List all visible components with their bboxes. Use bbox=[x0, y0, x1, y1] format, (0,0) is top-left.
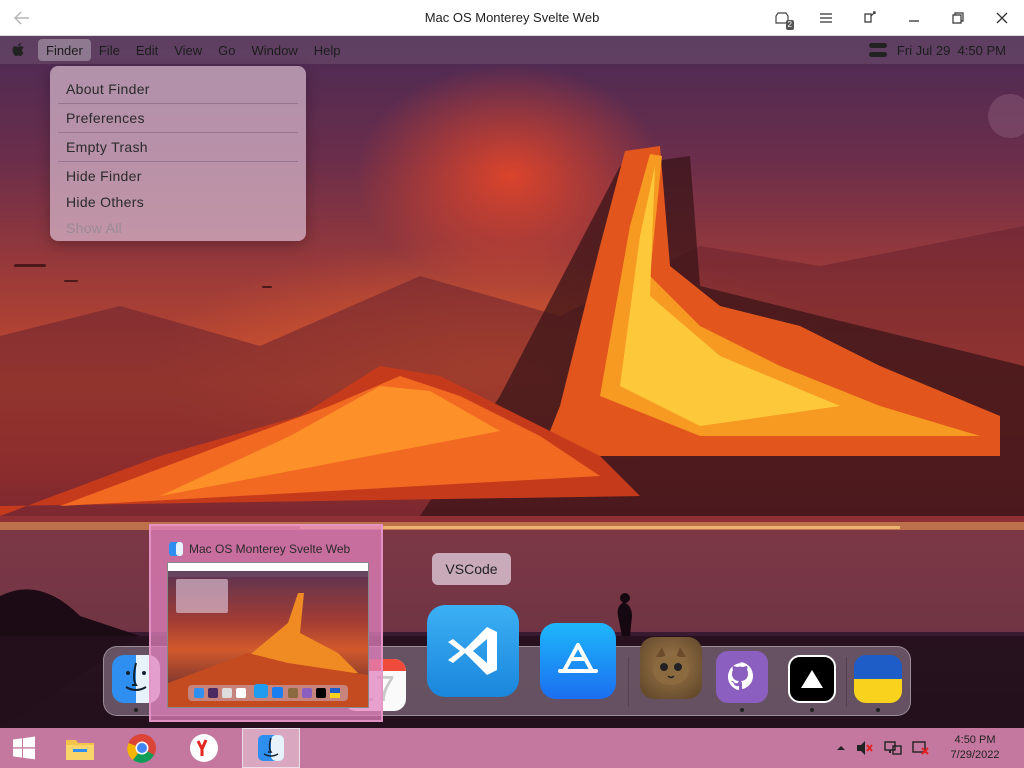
menu-help[interactable]: Help bbox=[306, 39, 349, 61]
apple-menu-icon[interactable] bbox=[0, 36, 38, 64]
menu-item-about-finder[interactable]: About Finder bbox=[58, 76, 298, 102]
vscode-icon bbox=[448, 627, 497, 675]
finder-icon bbox=[258, 735, 284, 761]
menu-button[interactable] bbox=[804, 0, 848, 36]
preview-thumbnail bbox=[167, 562, 369, 708]
restore-icon bbox=[952, 12, 964, 24]
github-icon bbox=[728, 662, 753, 690]
running-indicator bbox=[134, 708, 138, 712]
app-titlebar: Mac OS Monterey Svelte Web 2 bbox=[0, 0, 1024, 36]
taskbar-finder[interactable] bbox=[242, 728, 300, 768]
menu-window[interactable]: Window bbox=[244, 39, 306, 61]
start-icon bbox=[13, 736, 35, 760]
menu-item-empty-trash[interactable]: Empty Trash bbox=[58, 134, 298, 160]
menu-separator bbox=[58, 161, 298, 162]
preview-title: Mac OS Monterey Svelte Web bbox=[189, 542, 351, 556]
control-center-icon[interactable] bbox=[868, 43, 887, 57]
taskbar-clock[interactable]: 4:50 PM 7/29/2022 bbox=[940, 733, 1010, 763]
dock-vercel[interactable] bbox=[788, 655, 836, 703]
cat-photo-icon bbox=[653, 647, 689, 685]
dock-separator bbox=[628, 657, 629, 707]
action-center-alert-icon[interactable] bbox=[912, 740, 930, 756]
dock-ukraine[interactable] bbox=[854, 655, 902, 703]
clock-time: 4:50 PM bbox=[954, 734, 996, 746]
dock-vscode[interactable] bbox=[427, 605, 519, 697]
minimize-button[interactable] bbox=[892, 0, 936, 36]
vercel-icon bbox=[801, 670, 823, 688]
file-explorer-icon bbox=[66, 740, 94, 760]
finder-menu-dropdown: About Finder Preferences Empty Trash Hid… bbox=[50, 66, 306, 241]
menu-item-show-all: Show All bbox=[66, 220, 123, 236]
pin-icon bbox=[864, 11, 876, 23]
taskbar-chrome[interactable] bbox=[118, 728, 166, 768]
system-tray: 4:50 PM 7/29/2022 bbox=[836, 728, 1024, 768]
desktop: Finder File Edit View Go Window Help Fri… bbox=[0, 36, 1024, 728]
running-indicator bbox=[876, 708, 880, 712]
close-icon bbox=[996, 12, 1008, 24]
clock-date: 7/29/2022 bbox=[950, 749, 1000, 761]
hamburger-icon bbox=[820, 13, 832, 23]
pin-button[interactable] bbox=[848, 0, 892, 36]
yandex-icon bbox=[190, 734, 218, 762]
chevron-up-icon[interactable] bbox=[836, 744, 846, 752]
volume-muted-icon[interactable] bbox=[856, 740, 874, 756]
tabs-button[interactable]: 2 bbox=[760, 0, 804, 36]
menu-finder[interactable]: Finder bbox=[38, 39, 91, 61]
dock-tooltip: VSCode bbox=[432, 553, 511, 585]
taskbar: 4:50 PM 7/29/2022 bbox=[0, 728, 1024, 768]
menu-file[interactable]: File bbox=[91, 39, 128, 61]
dock-app-store[interactable] bbox=[540, 623, 616, 699]
menu-bar: Finder File Edit View Go Window Help Fri… bbox=[0, 36, 1024, 64]
menu-separator bbox=[58, 103, 298, 104]
minimize-icon bbox=[909, 20, 919, 22]
back-arrow-icon[interactable] bbox=[0, 0, 44, 36]
dock-separator bbox=[846, 657, 847, 707]
start-button[interactable] bbox=[0, 728, 48, 768]
chrome-icon bbox=[127, 734, 156, 763]
tab-count-badge: 2 bbox=[785, 20, 794, 30]
menu-edit[interactable]: Edit bbox=[128, 39, 166, 61]
restore-button[interactable] bbox=[936, 0, 980, 36]
menu-item-hide-finder[interactable]: Hide Finder bbox=[58, 163, 298, 189]
menu-separator bbox=[58, 132, 298, 133]
app-store-icon bbox=[558, 643, 598, 673]
running-indicator bbox=[810, 708, 814, 712]
window-preview[interactable]: Mac OS Monterey Svelte Web bbox=[149, 524, 383, 722]
taskbar-yandex[interactable] bbox=[180, 728, 228, 768]
menu-item-hide-others[interactable]: Hide Others bbox=[58, 189, 298, 215]
menu-view[interactable]: View bbox=[166, 39, 210, 61]
menu-item-preferences[interactable]: Preferences bbox=[58, 105, 298, 131]
network-icon[interactable] bbox=[884, 740, 902, 756]
running-indicator bbox=[740, 708, 744, 712]
menubar-datetime[interactable]: Fri Jul 29 4:50 PM bbox=[897, 43, 1006, 58]
menu-go[interactable]: Go bbox=[210, 39, 243, 61]
taskbar-file-explorer[interactable] bbox=[56, 728, 104, 768]
close-button[interactable] bbox=[980, 0, 1024, 36]
dock-github[interactable] bbox=[716, 651, 768, 703]
finder-icon bbox=[169, 542, 183, 556]
dock-cat[interactable] bbox=[640, 637, 702, 699]
